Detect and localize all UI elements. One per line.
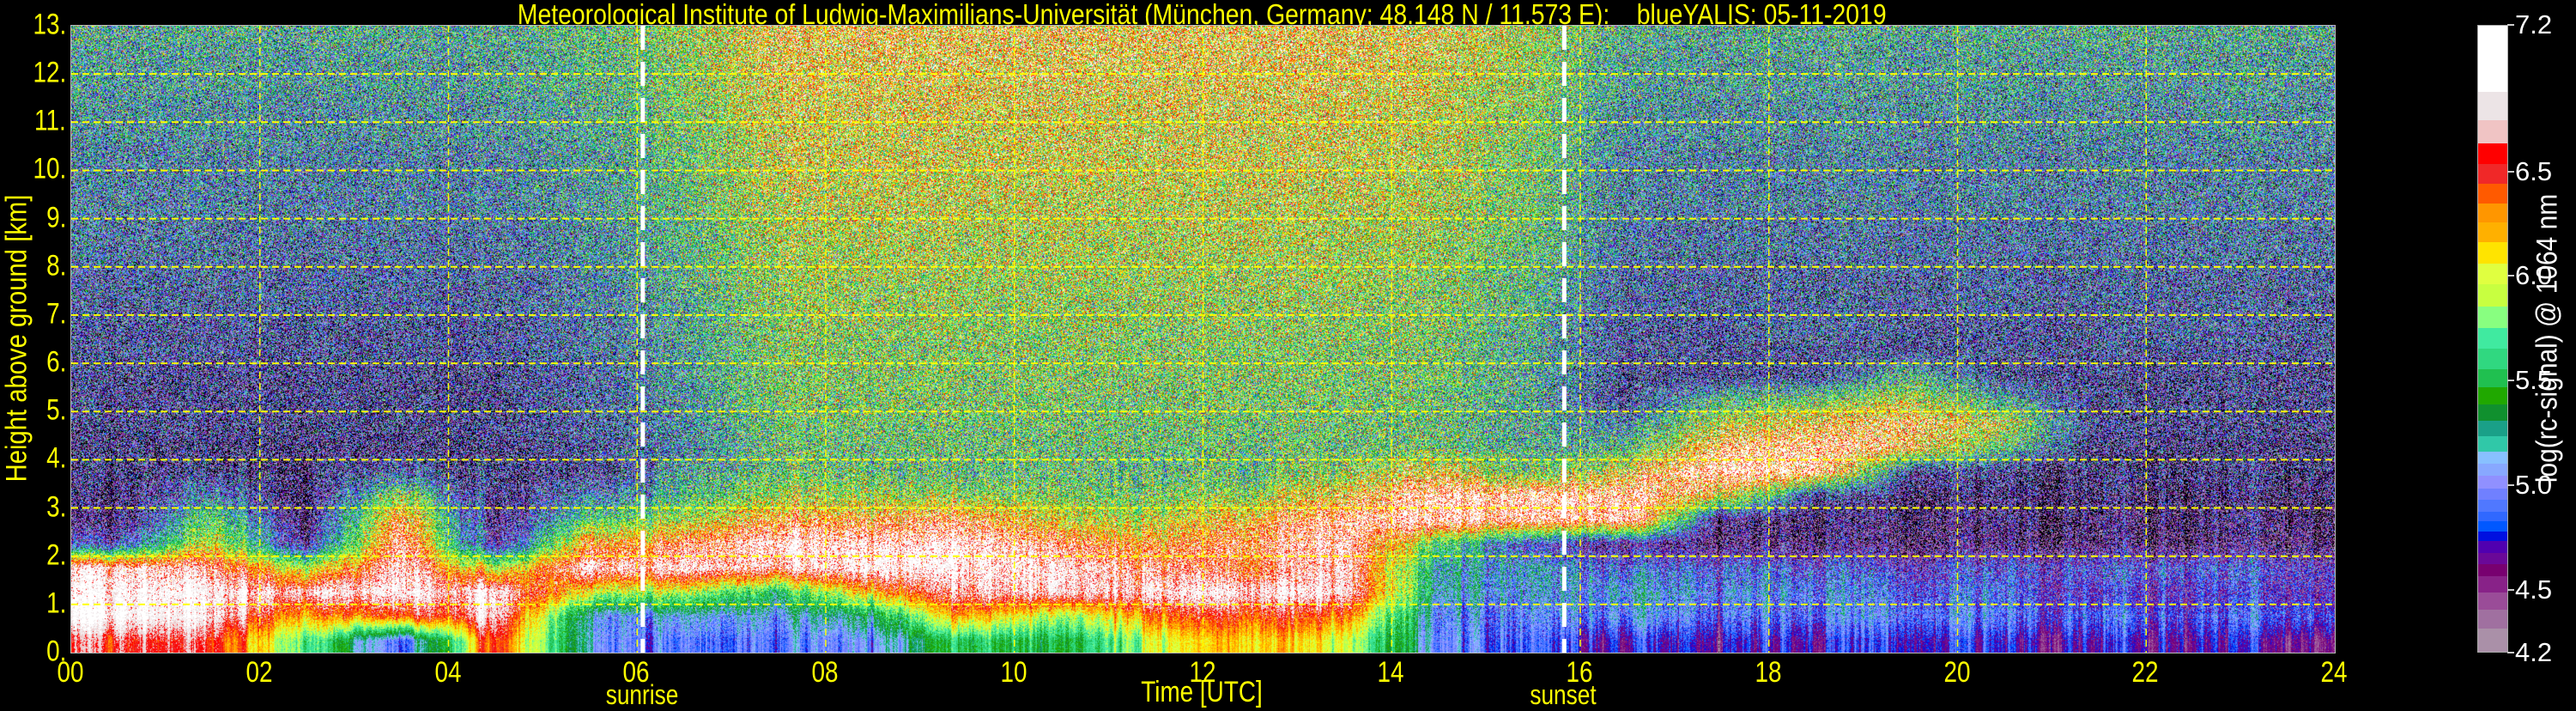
x-tick-label: 24 [2320, 656, 2348, 689]
plot-area [70, 25, 2336, 653]
x-tick-label: 08 [811, 656, 839, 689]
x-tick-label: 18 [1755, 656, 1782, 689]
grid-and-annotations [71, 26, 2335, 653]
colorbar-segment [2478, 348, 2507, 369]
colorbar-segment [2478, 420, 2507, 437]
x-tick-label: 20 [1943, 656, 1971, 689]
colorbar-tick-label: 4.2 [2515, 637, 2553, 667]
colorbar-segment [2478, 26, 2507, 92]
colorbar-segment [2478, 163, 2507, 184]
y-tick-label: 7. [45, 297, 66, 331]
colorbar-segment [2478, 91, 2507, 121]
colorbar-segment [2478, 540, 2507, 553]
colorbar-segment [2478, 307, 2507, 328]
colorbar-segment [2478, 283, 2507, 307]
colorbar-segment [2478, 488, 2507, 501]
x-tick-label: 10 [1000, 656, 1027, 689]
y-tick-label: 1. [45, 586, 66, 620]
colorbar-segment [2478, 575, 2507, 592]
colorbar-tick-mark [2507, 275, 2514, 277]
y-tick-label: 2. [45, 538, 66, 572]
y-tick-label: 12. [33, 56, 66, 89]
x-axis-label: Time [UTC] [1141, 676, 1263, 708]
colorbar-segment [2478, 475, 2507, 489]
sunrise-label: sunrise [605, 679, 679, 710]
colorbar-segment [2478, 222, 2507, 243]
colorbar-tick-mark [2507, 484, 2514, 487]
x-tick-label: 04 [433, 656, 462, 689]
colorbar-segment [2478, 511, 2507, 521]
colorbar-tick-label: 6.5 [2515, 155, 2553, 186]
y-tick-label: 6. [45, 345, 66, 379]
y-axis-label: Height above ground [km] [0, 194, 33, 483]
colorbar-segment [2478, 499, 2507, 512]
y-tick-label: 11. [34, 104, 66, 137]
colorbar-tick-mark [2507, 380, 2514, 382]
colorbar-label: log(rc-signal) @ 1064 nm [2531, 193, 2564, 483]
colorbar-tick-mark [2507, 588, 2514, 591]
colorbar-segment [2478, 203, 2507, 223]
colorbar-segment [2478, 386, 2507, 405]
y-tick-label: 13. [33, 8, 66, 41]
colorbar-tick-label: 4.5 [2515, 574, 2553, 605]
y-tick-label: 5. [45, 393, 66, 427]
x-tick-label: 14 [1377, 656, 1404, 689]
colorbar-segment [2478, 451, 2507, 464]
colorbar-tick-mark [2507, 24, 2514, 26]
colorbar-segment [2478, 531, 2507, 542]
colorbar-segment [2478, 368, 2507, 387]
colorbar-segment [2478, 629, 2507, 652]
colorbar [2477, 25, 2508, 653]
colorbar-segment [2478, 592, 2507, 610]
colorbar-segment [2478, 563, 2507, 577]
colorbar-tick-mark [2507, 170, 2514, 173]
colorbar-tick-mark [2507, 652, 2514, 653]
colorbar-segment [2478, 435, 2507, 452]
y-tick-label: 8. [45, 249, 66, 283]
colorbar-segment [2478, 119, 2507, 143]
y-tick-label: 4. [45, 441, 66, 475]
colorbar-segment [2478, 327, 2507, 349]
colorbar-segment [2478, 404, 2507, 421]
x-tick-label: 02 [245, 656, 273, 689]
colorbar-segment [2478, 263, 2507, 285]
y-tick-label: 10. [33, 152, 66, 185]
colorbar-segment [2478, 143, 2507, 165]
sunset-label: sunset [1530, 679, 1597, 710]
colorbar-segment [2478, 463, 2507, 477]
y-tick-label: 0. [45, 635, 66, 668]
colorbar-segment [2478, 183, 2507, 204]
colorbar-segment [2478, 609, 2507, 629]
y-tick-label: 9. [45, 201, 66, 234]
colorbar-segment [2478, 241, 2507, 264]
colorbar-tick-label: 7.2 [2515, 9, 2553, 40]
y-tick-label: 3. [45, 490, 66, 524]
colorbar-segment [2478, 552, 2507, 565]
colorbar-segment [2478, 520, 2507, 532]
x-tick-label: 22 [2131, 656, 2159, 689]
